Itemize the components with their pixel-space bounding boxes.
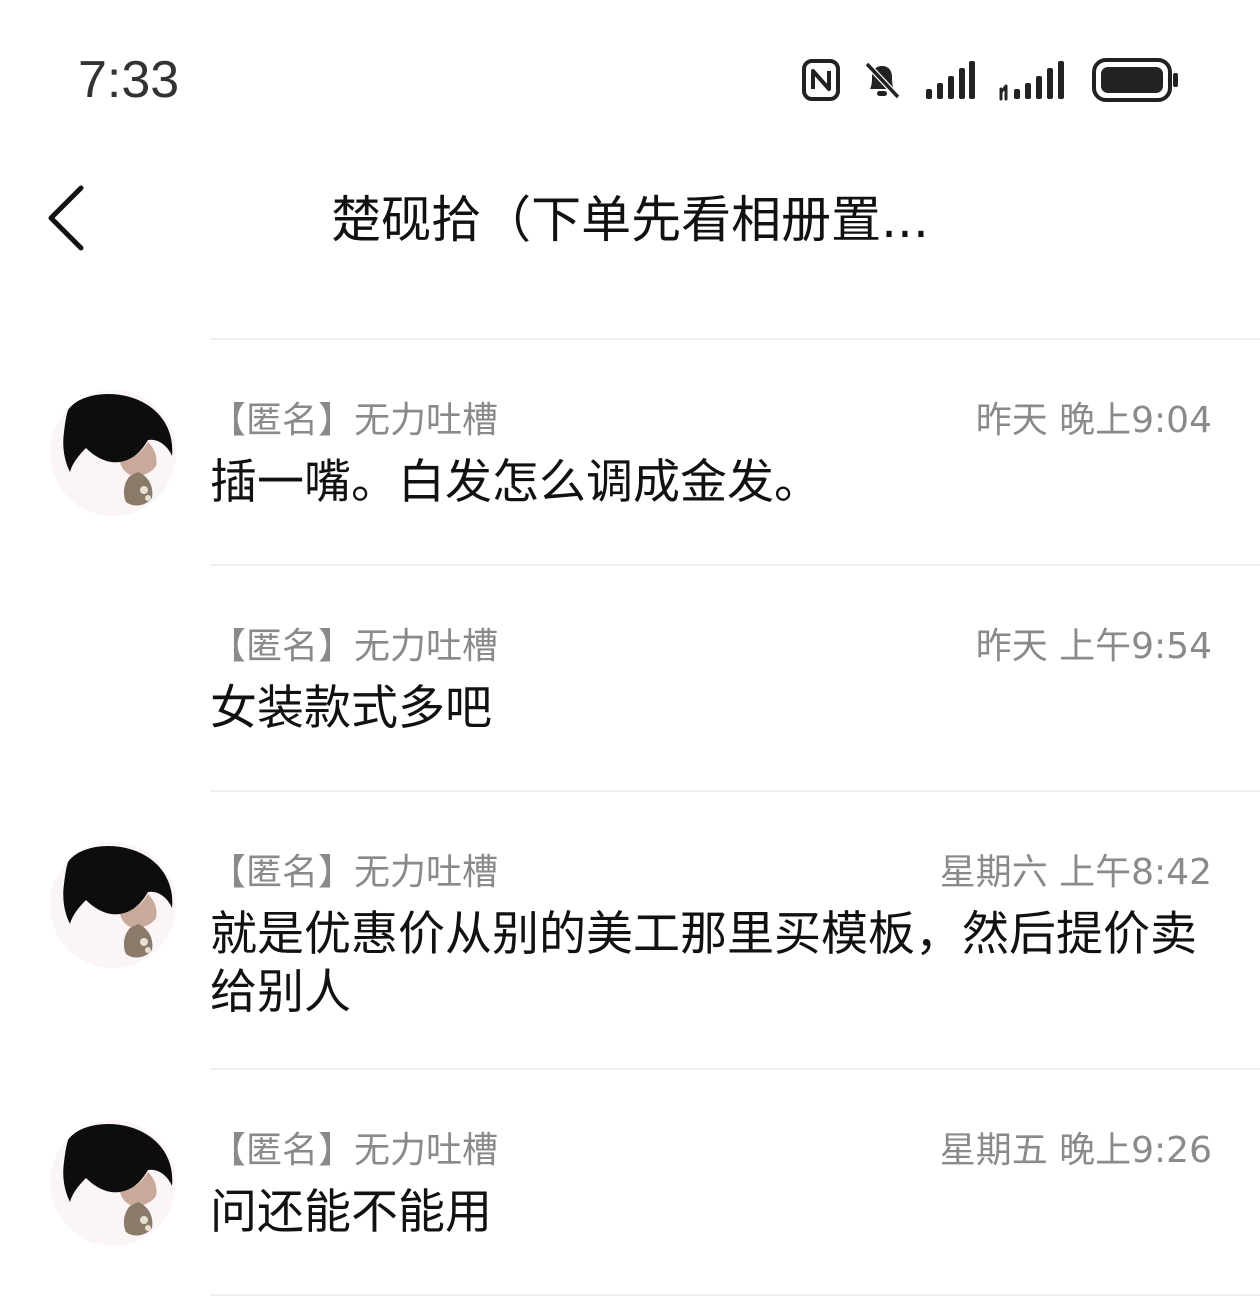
message-text: 女装款式多吧: [210, 681, 492, 736]
message-meta: 【匿名】无力吐槽 星期六 上午8:42: [210, 844, 1212, 894]
message-meta: 【匿名】无力吐槽 昨天 上午9:54: [210, 618, 1212, 668]
chevron-left-icon: [43, 184, 87, 256]
avatar[interactable]: [50, 390, 176, 516]
message-meta: 【匿名】无力吐槽 昨天 晚上9:04: [210, 392, 1212, 442]
message-time: 昨天 上午9:54: [975, 626, 1212, 667]
list-item[interactable]: 【匿名】无力吐槽 星期六 上午8:42 就是优惠价从别的美工那里买模板，然后提价…: [0, 792, 1260, 1068]
message-sender: 【匿名】无力吐槽: [210, 1130, 499, 1171]
battery-icon: [1092, 58, 1180, 102]
status-bar: 7:33: [0, 0, 1260, 140]
message-text: 插一嘴。白发怎么调成金发。: [210, 455, 821, 510]
nfc-icon: [802, 59, 840, 101]
message-time: 星期六 上午8:42: [939, 852, 1212, 893]
list-item[interactable]: 【匿名】无力吐槽 星期五 晚上9:26 问还能不能用: [0, 1070, 1260, 1294]
header: 楚砚拾（下单先看相册置...: [0, 160, 1260, 280]
message-sender: 【匿名】无力吐槽: [210, 852, 499, 893]
divider: [210, 1294, 1260, 1296]
signal-icon: [924, 59, 976, 101]
list-item[interactable]: 【匿名】无力吐槽 昨天 上午9:54 女装款式多吧: [0, 566, 1260, 790]
list-item[interactable]: 【匿名】无力吐槽 昨天 晚上9:04 插一嘴。白发怎么调成金发。: [0, 340, 1260, 564]
message-text: 就是优惠价从别的美工那里买模板，然后提价卖给别人: [210, 907, 1197, 1020]
status-time: 7:33: [78, 51, 180, 109]
status-icons: [802, 50, 1180, 110]
page-title: 楚砚拾（下单先看相册置...: [331, 191, 929, 249]
message-list: 【匿名】无力吐槽 昨天 晚上9:04 插一嘴。白发怎么调成金发。 【匿名】无力吐…: [0, 338, 1260, 1296]
message-text: 问还能不能用: [210, 1185, 492, 1240]
message-meta: 【匿名】无力吐槽 星期五 晚上9:26: [210, 1122, 1212, 1172]
message-sender: 【匿名】无力吐槽: [210, 400, 499, 441]
avatar[interactable]: [50, 842, 176, 968]
avatar[interactable]: [50, 1120, 176, 1246]
message-time: 星期五 晚上9:26: [939, 1130, 1212, 1171]
message-time: 昨天 晚上9:04: [975, 400, 1212, 441]
back-button[interactable]: [30, 180, 100, 260]
bell-muted-icon: [862, 59, 902, 101]
message-sender: 【匿名】无力吐槽: [210, 626, 499, 667]
signal-icon: [998, 59, 1070, 101]
